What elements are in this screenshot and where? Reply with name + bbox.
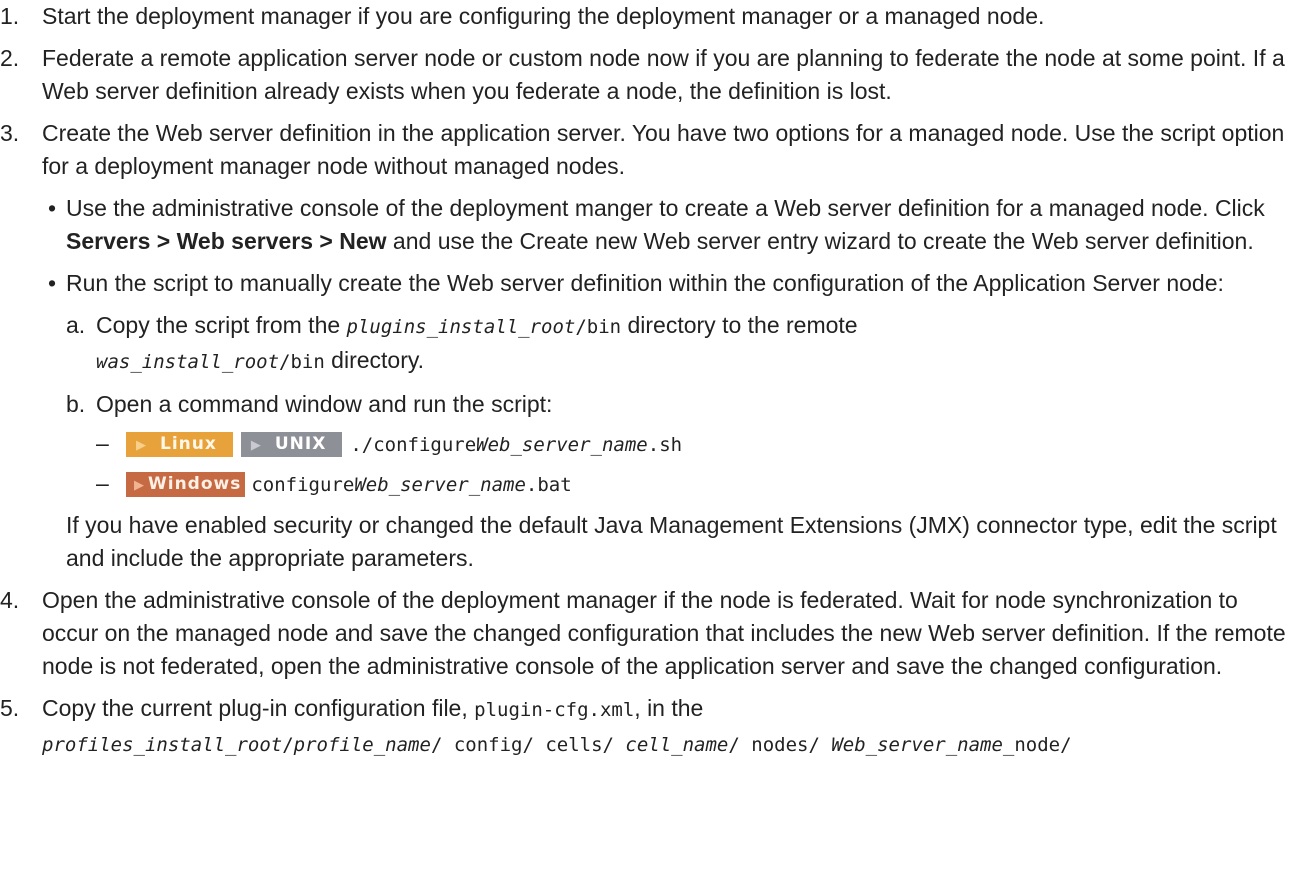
menu-path-separator: > <box>313 228 340 254</box>
path-variable: cell_name <box>625 734 729 756</box>
path-variable: plugins_install_root <box>346 316 576 338</box>
arrow-right-icon: ▶ <box>136 438 146 454</box>
step-text: Open the administrative console of the d… <box>42 587 1286 679</box>
arrow-right-icon: ▶ <box>250 438 261 454</box>
path-segment: / config/ cells/ <box>430 734 626 756</box>
dash-marker: – <box>96 470 109 496</box>
command-linux-unix: – ▶ Linux ▶ UNIX ./configureWeb_server_name.… <box>96 425 1299 461</box>
path-dir: /bin <box>279 351 325 373</box>
option-text-pre: Use the administrative console of the de… <box>66 195 1265 221</box>
step-1: 1. Start the deployment manager if you a… <box>0 0 1299 33</box>
step-4: 4. Open the administrative console of th… <box>0 584 1299 683</box>
path-segment: / nodes/ <box>728 734 832 756</box>
linux-platform-badge: ▶ Linux <box>126 432 233 458</box>
windows-platform-badge: ▶ Windows <box>126 472 246 498</box>
unix-platform-badge: ▶ UNIX <box>240 432 343 458</box>
option-text-post: and use the Create new Web server entry … <box>386 228 1254 254</box>
step-text: Federate a remote application server nod… <box>42 45 1285 104</box>
option-list: • Use the administrative console of the … <box>42 192 1299 575</box>
command-variable: Web_server_name <box>476 434 648 456</box>
option-script: • Run the script to manually create the … <box>42 267 1299 575</box>
substep-a: a. Copy the script from the plugins_inst… <box>66 309 1299 379</box>
step-number: 4. <box>0 587 20 613</box>
substep-text-post: directory. <box>324 347 425 373</box>
badge-label: UNIX <box>274 434 327 455</box>
bullet-marker: • <box>48 270 57 296</box>
substep-b: b. Open a command window and run the scr… <box>66 388 1299 501</box>
step-number: 2. <box>0 45 20 71</box>
step-number: 5. <box>0 695 20 721</box>
command-windows: – ▶ Windows configureWeb_server_name.bat <box>96 465 1299 501</box>
option-text: Run the script to manually create the We… <box>66 270 1224 296</box>
path-variable: profile_name <box>293 734 431 756</box>
substep-label: b. <box>66 391 86 417</box>
command-prefix: configure <box>251 474 355 496</box>
security-note: If you have enabled security or changed … <box>66 512 1277 571</box>
path-dir: /bin <box>575 316 622 338</box>
step-3: 3. Create the Web server definition in t… <box>0 117 1299 575</box>
option-console: • Use the administrative console of the … <box>42 192 1299 258</box>
document-page: 1. Start the deployment manager if you a… <box>0 0 1299 762</box>
substep-text-pre: Copy the script from the <box>96 312 347 338</box>
dash-marker: – <box>96 430 109 456</box>
menu-path-separator: > <box>150 228 177 254</box>
step-text-mid: , in the <box>634 695 704 721</box>
path-segment: _node/ <box>1002 734 1072 756</box>
menu-path-servers: Servers <box>66 228 151 254</box>
path-variable: was_install_root <box>96 351 280 373</box>
bullet-marker: • <box>48 195 57 221</box>
step-2: 2. Federate a remote application server … <box>0 42 1299 108</box>
file-name: plugin-cfg.xml <box>474 699 635 721</box>
command-suffix: .sh <box>647 434 683 456</box>
step-text: Start the deployment manager if you are … <box>42 3 1045 29</box>
path-variable: Web_server_name <box>831 734 1003 756</box>
substep-label: a. <box>66 312 86 338</box>
path-variable: profiles_install_root <box>42 734 283 756</box>
step-text: Create the Web server definition in the … <box>42 120 1285 179</box>
command-variable: Web_server_name <box>354 474 526 496</box>
arrow-right-icon: ▶ <box>134 478 144 494</box>
substep-text-mid: directory to the remote <box>621 312 858 338</box>
command-prefix: ./configure <box>350 434 477 456</box>
step-5: 5. Copy the current plug-in configuratio… <box>0 692 1299 762</box>
menu-path-web-servers: Web servers <box>176 228 314 254</box>
badge-label: Linux <box>160 434 217 455</box>
step-text-pre: Copy the current plug-in configuration f… <box>42 695 475 721</box>
command-suffix: .bat <box>525 474 572 496</box>
badge-label: Windows <box>148 474 242 495</box>
step-number: 1. <box>0 3 20 29</box>
path-separator: / <box>282 734 294 756</box>
substep-text: Open a command window and run the script… <box>96 391 553 417</box>
menu-path-new: New <box>339 228 387 254</box>
step-number: 3. <box>0 120 20 146</box>
